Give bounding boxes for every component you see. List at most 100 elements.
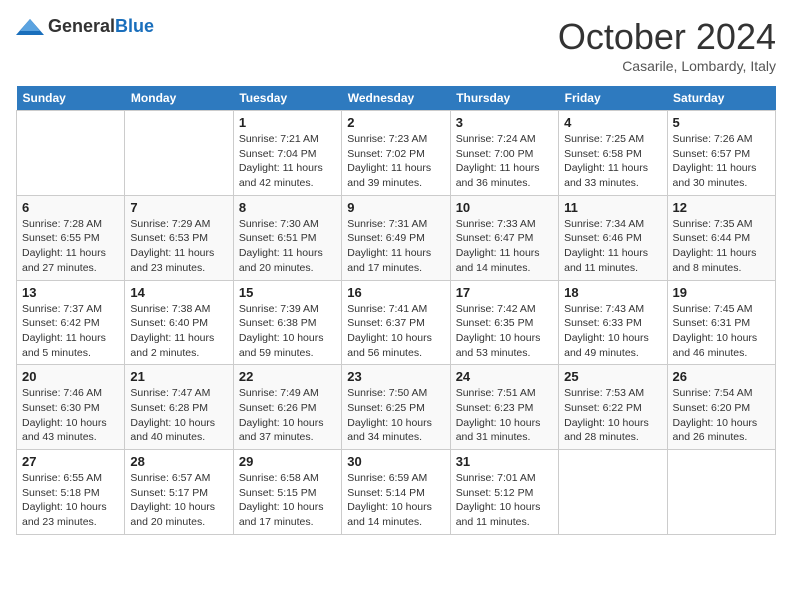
day-number: 6 bbox=[22, 200, 119, 215]
day-info: Sunrise: 7:39 AMSunset: 6:38 PMDaylight:… bbox=[239, 302, 336, 361]
calendar-cell: 18 Sunrise: 7:43 AMSunset: 6:33 PMDaylig… bbox=[559, 280, 667, 365]
day-number: 30 bbox=[347, 454, 444, 469]
calendar-cell: 2 Sunrise: 7:23 AMSunset: 7:02 PMDayligh… bbox=[342, 111, 450, 196]
day-header-monday: Monday bbox=[125, 86, 233, 111]
day-number: 26 bbox=[673, 369, 770, 384]
week-row-3: 13 Sunrise: 7:37 AMSunset: 6:42 PMDaylig… bbox=[17, 280, 776, 365]
month-title: October 2024 bbox=[558, 16, 776, 58]
day-header-thursday: Thursday bbox=[450, 86, 558, 111]
week-row-1: 1 Sunrise: 7:21 AMSunset: 7:04 PMDayligh… bbox=[17, 111, 776, 196]
day-number: 24 bbox=[456, 369, 553, 384]
day-info: Sunrise: 6:59 AMSunset: 5:14 PMDaylight:… bbox=[347, 471, 444, 530]
day-info: Sunrise: 7:28 AMSunset: 6:55 PMDaylight:… bbox=[22, 217, 119, 276]
day-info: Sunrise: 6:55 AMSunset: 5:18 PMDaylight:… bbox=[22, 471, 119, 530]
day-number: 21 bbox=[130, 369, 227, 384]
calendar-cell: 12 Sunrise: 7:35 AMSunset: 6:44 PMDaylig… bbox=[667, 195, 775, 280]
logo: GeneralBlue bbox=[16, 16, 154, 37]
calendar-cell: 26 Sunrise: 7:54 AMSunset: 6:20 PMDaylig… bbox=[667, 365, 775, 450]
calendar-cell: 27 Sunrise: 6:55 AMSunset: 5:18 PMDaylig… bbox=[17, 450, 125, 535]
day-number: 8 bbox=[239, 200, 336, 215]
day-info: Sunrise: 7:30 AMSunset: 6:51 PMDaylight:… bbox=[239, 217, 336, 276]
day-info: Sunrise: 7:51 AMSunset: 6:23 PMDaylight:… bbox=[456, 386, 553, 445]
day-info: Sunrise: 7:24 AMSunset: 7:00 PMDaylight:… bbox=[456, 132, 553, 191]
calendar-cell: 20 Sunrise: 7:46 AMSunset: 6:30 PMDaylig… bbox=[17, 365, 125, 450]
day-number: 22 bbox=[239, 369, 336, 384]
day-info: Sunrise: 6:57 AMSunset: 5:17 PMDaylight:… bbox=[130, 471, 227, 530]
day-info: Sunrise: 7:23 AMSunset: 7:02 PMDaylight:… bbox=[347, 132, 444, 191]
calendar-cell: 1 Sunrise: 7:21 AMSunset: 7:04 PMDayligh… bbox=[233, 111, 341, 196]
day-info: Sunrise: 7:49 AMSunset: 6:26 PMDaylight:… bbox=[239, 386, 336, 445]
location-title: Casarile, Lombardy, Italy bbox=[558, 58, 776, 74]
calendar-cell bbox=[559, 450, 667, 535]
calendar-cell: 19 Sunrise: 7:45 AMSunset: 6:31 PMDaylig… bbox=[667, 280, 775, 365]
day-header-friday: Friday bbox=[559, 86, 667, 111]
calendar-cell: 21 Sunrise: 7:47 AMSunset: 6:28 PMDaylig… bbox=[125, 365, 233, 450]
calendar-cell: 14 Sunrise: 7:38 AMSunset: 6:40 PMDaylig… bbox=[125, 280, 233, 365]
calendar-cell: 7 Sunrise: 7:29 AMSunset: 6:53 PMDayligh… bbox=[125, 195, 233, 280]
day-header-row: SundayMondayTuesdayWednesdayThursdayFrid… bbox=[17, 86, 776, 111]
page-header: GeneralBlue October 2024 Casarile, Lomba… bbox=[16, 16, 776, 74]
day-info: Sunrise: 7:54 AMSunset: 6:20 PMDaylight:… bbox=[673, 386, 770, 445]
day-number: 4 bbox=[564, 115, 661, 130]
day-number: 10 bbox=[456, 200, 553, 215]
day-info: Sunrise: 7:35 AMSunset: 6:44 PMDaylight:… bbox=[673, 217, 770, 276]
day-number: 15 bbox=[239, 285, 336, 300]
calendar-cell bbox=[17, 111, 125, 196]
day-number: 12 bbox=[673, 200, 770, 215]
calendar-cell bbox=[125, 111, 233, 196]
day-info: Sunrise: 7:01 AMSunset: 5:12 PMDaylight:… bbox=[456, 471, 553, 530]
day-header-sunday: Sunday bbox=[17, 86, 125, 111]
calendar-cell: 11 Sunrise: 7:34 AMSunset: 6:46 PMDaylig… bbox=[559, 195, 667, 280]
day-number: 16 bbox=[347, 285, 444, 300]
day-info: Sunrise: 7:25 AMSunset: 6:58 PMDaylight:… bbox=[564, 132, 661, 191]
day-header-wednesday: Wednesday bbox=[342, 86, 450, 111]
day-info: Sunrise: 7:47 AMSunset: 6:28 PMDaylight:… bbox=[130, 386, 227, 445]
calendar-cell: 17 Sunrise: 7:42 AMSunset: 6:35 PMDaylig… bbox=[450, 280, 558, 365]
day-number: 3 bbox=[456, 115, 553, 130]
day-number: 20 bbox=[22, 369, 119, 384]
calendar-cell: 4 Sunrise: 7:25 AMSunset: 6:58 PMDayligh… bbox=[559, 111, 667, 196]
day-info: Sunrise: 7:45 AMSunset: 6:31 PMDaylight:… bbox=[673, 302, 770, 361]
week-row-2: 6 Sunrise: 7:28 AMSunset: 6:55 PMDayligh… bbox=[17, 195, 776, 280]
day-number: 17 bbox=[456, 285, 553, 300]
day-info: Sunrise: 7:37 AMSunset: 6:42 PMDaylight:… bbox=[22, 302, 119, 361]
day-number: 13 bbox=[22, 285, 119, 300]
day-info: Sunrise: 7:42 AMSunset: 6:35 PMDaylight:… bbox=[456, 302, 553, 361]
day-info: Sunrise: 7:33 AMSunset: 6:47 PMDaylight:… bbox=[456, 217, 553, 276]
day-info: Sunrise: 7:46 AMSunset: 6:30 PMDaylight:… bbox=[22, 386, 119, 445]
calendar-table: SundayMondayTuesdayWednesdayThursdayFrid… bbox=[16, 86, 776, 535]
day-number: 11 bbox=[564, 200, 661, 215]
week-row-5: 27 Sunrise: 6:55 AMSunset: 5:18 PMDaylig… bbox=[17, 450, 776, 535]
title-block: October 2024 Casarile, Lombardy, Italy bbox=[558, 16, 776, 74]
day-info: Sunrise: 7:41 AMSunset: 6:37 PMDaylight:… bbox=[347, 302, 444, 361]
day-info: Sunrise: 7:50 AMSunset: 6:25 PMDaylight:… bbox=[347, 386, 444, 445]
calendar-cell: 13 Sunrise: 7:37 AMSunset: 6:42 PMDaylig… bbox=[17, 280, 125, 365]
day-number: 2 bbox=[347, 115, 444, 130]
calendar-cell: 16 Sunrise: 7:41 AMSunset: 6:37 PMDaylig… bbox=[342, 280, 450, 365]
day-info: Sunrise: 7:21 AMSunset: 7:04 PMDaylight:… bbox=[239, 132, 336, 191]
day-info: Sunrise: 7:34 AMSunset: 6:46 PMDaylight:… bbox=[564, 217, 661, 276]
day-info: Sunrise: 6:58 AMSunset: 5:15 PMDaylight:… bbox=[239, 471, 336, 530]
calendar-cell: 28 Sunrise: 6:57 AMSunset: 5:17 PMDaylig… bbox=[125, 450, 233, 535]
day-header-tuesday: Tuesday bbox=[233, 86, 341, 111]
calendar-cell: 15 Sunrise: 7:39 AMSunset: 6:38 PMDaylig… bbox=[233, 280, 341, 365]
day-number: 5 bbox=[673, 115, 770, 130]
calendar-cell: 22 Sunrise: 7:49 AMSunset: 6:26 PMDaylig… bbox=[233, 365, 341, 450]
day-number: 28 bbox=[130, 454, 227, 469]
calendar-cell bbox=[667, 450, 775, 535]
day-number: 31 bbox=[456, 454, 553, 469]
day-number: 14 bbox=[130, 285, 227, 300]
day-number: 19 bbox=[673, 285, 770, 300]
calendar-cell: 10 Sunrise: 7:33 AMSunset: 6:47 PMDaylig… bbox=[450, 195, 558, 280]
calendar-cell: 6 Sunrise: 7:28 AMSunset: 6:55 PMDayligh… bbox=[17, 195, 125, 280]
day-info: Sunrise: 7:53 AMSunset: 6:22 PMDaylight:… bbox=[564, 386, 661, 445]
day-number: 27 bbox=[22, 454, 119, 469]
day-info: Sunrise: 7:29 AMSunset: 6:53 PMDaylight:… bbox=[130, 217, 227, 276]
week-row-4: 20 Sunrise: 7:46 AMSunset: 6:30 PMDaylig… bbox=[17, 365, 776, 450]
calendar-cell: 9 Sunrise: 7:31 AMSunset: 6:49 PMDayligh… bbox=[342, 195, 450, 280]
day-info: Sunrise: 7:43 AMSunset: 6:33 PMDaylight:… bbox=[564, 302, 661, 361]
calendar-cell: 3 Sunrise: 7:24 AMSunset: 7:00 PMDayligh… bbox=[450, 111, 558, 196]
day-number: 29 bbox=[239, 454, 336, 469]
calendar-cell: 25 Sunrise: 7:53 AMSunset: 6:22 PMDaylig… bbox=[559, 365, 667, 450]
calendar-cell: 5 Sunrise: 7:26 AMSunset: 6:57 PMDayligh… bbox=[667, 111, 775, 196]
